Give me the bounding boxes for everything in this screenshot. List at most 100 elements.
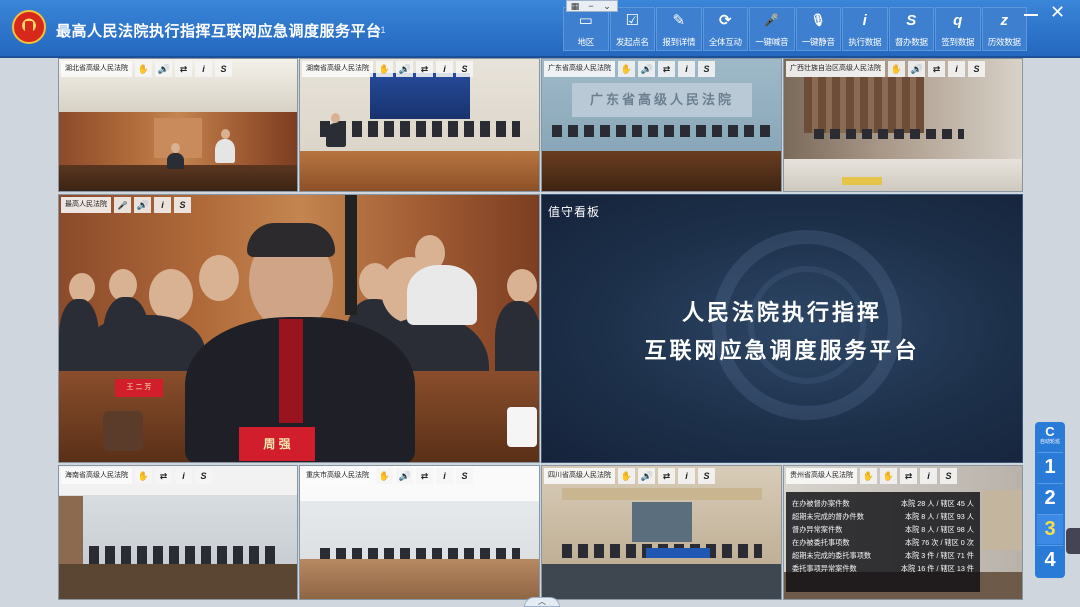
toolbar-label: 全体互动 xyxy=(708,37,742,47)
info-icon[interactable]: i xyxy=(154,197,171,213)
toolbar-call-all-button[interactable]: 🎤 一键喊音 xyxy=(749,7,795,51)
toolbar-mute-all-button[interactable]: 🎙 一键静音 xyxy=(795,7,841,51)
video-feed: 广东省高级人民法院 xyxy=(542,59,781,191)
sign-icon[interactable]: S xyxy=(940,468,957,484)
speaker-icon[interactable]: 🔊 xyxy=(134,197,151,213)
swap-icon[interactable]: ⇄ xyxy=(155,468,172,484)
hand-icon[interactable]: ✋ xyxy=(376,61,393,77)
chevron-down-icon[interactable]: ⌄ xyxy=(599,1,615,11)
minus-icon[interactable]: − xyxy=(583,1,599,11)
video-tile-hubei[interactable]: 湖北省高级人民法院 ✋ 🔊 ⇄ i S xyxy=(58,58,298,192)
info-icon[interactable]: i xyxy=(678,61,695,77)
sign-icon[interactable]: S xyxy=(456,468,473,484)
stat-value: 本院 76 次 / 辖区 0 次 xyxy=(904,538,974,547)
raise-hand-icon[interactable]: ✋ xyxy=(880,468,897,484)
info-icon[interactable]: i xyxy=(920,468,937,484)
video-tile-sichuan[interactable]: 四川省高级人民法院 ✋ 🔊 ⇄ i S xyxy=(541,465,782,600)
toolbar-execution-data-button[interactable]: i 执行数据 xyxy=(842,7,888,51)
tile-court-name: 湖南省高级人民法院 xyxy=(302,61,373,77)
hand-icon[interactable]: ✋ xyxy=(888,61,905,77)
swap-icon[interactable]: ⇄ xyxy=(928,61,945,77)
toolbar-rollcall-button[interactable]: ☑ 发起点名 xyxy=(609,7,655,51)
video-tile-hunan[interactable]: 湖南省高级人民法院 ✋ 🔊 ⇄ i S xyxy=(299,58,540,192)
info-icon[interactable]: i xyxy=(436,61,453,77)
left-nameplate: 王 二 芳 xyxy=(115,379,163,397)
supervise-icon: S xyxy=(906,11,917,29)
swap-icon[interactable]: ⇄ xyxy=(416,468,433,484)
stat-label: 在办被委托事项数 xyxy=(792,538,850,547)
stat-label: 超期未完成的督办件数 xyxy=(792,512,864,521)
toolbar-history-data-button[interactable]: z 历效数据 xyxy=(981,7,1027,51)
page-button-3[interactable]: 3 xyxy=(1037,514,1063,544)
sign-icon[interactable]: S xyxy=(968,61,985,77)
sign-icon[interactable]: S xyxy=(698,61,715,77)
auto-rotate-button[interactable]: C 自动轮巡 xyxy=(1037,425,1063,451)
video-tile-guangxi[interactable]: 广西壮族自治区高级人民法院 ✋ 🔊 ⇄ i S xyxy=(783,58,1023,192)
hand-icon[interactable]: ✋ xyxy=(618,468,635,484)
video-feed: 周 强 王 二 芳 xyxy=(59,195,539,462)
sign-icon[interactable]: S xyxy=(456,61,473,77)
hand-icon[interactable]: ✋ xyxy=(376,468,393,484)
toolbar-all-interact-button[interactable]: ⟳ 全体互动 xyxy=(702,7,748,51)
info-icon[interactable]: i xyxy=(175,468,192,484)
swap-icon[interactable]: ⇄ xyxy=(175,61,192,77)
swap-icon[interactable]: ⇄ xyxy=(416,61,433,77)
side-panel-handle[interactable] xyxy=(1066,528,1080,554)
video-tile-chongqing[interactable]: 重庆市高级人民法院 ✋ 🔊 ⇄ i S xyxy=(299,465,540,600)
toolbar-region-button[interactable]: ▭ 地区 xyxy=(563,7,609,51)
duty-board-heading: 值守看板 xyxy=(548,205,601,219)
minimize-button[interactable] xyxy=(1024,14,1038,16)
toolbar-label: 历效数据 xyxy=(987,37,1021,47)
info-icon[interactable]: i xyxy=(195,61,212,77)
stat-value: 本院 8 人 / 辖区 98 人 xyxy=(904,525,974,534)
auto-rotate-label: 自动轮巡 xyxy=(1039,439,1060,445)
hand-icon[interactable]: ✋ xyxy=(860,468,877,484)
grid-icon[interactable]: ▦ xyxy=(567,1,583,11)
bottom-drawer-handle[interactable]: ︿ xyxy=(524,597,560,607)
info-icon[interactable]: i xyxy=(678,468,695,484)
tile-court-name: 重庆市高级人民法院 xyxy=(302,468,373,484)
sign-icon[interactable]: S xyxy=(195,468,212,484)
swap-icon[interactable]: ⇄ xyxy=(900,468,917,484)
sign-icon[interactable]: S xyxy=(174,197,191,213)
sign-icon[interactable]: S xyxy=(698,468,715,484)
sign-icon[interactable]: S xyxy=(215,61,232,77)
page-button-1[interactable]: 1 xyxy=(1037,452,1063,482)
tile-controls: 海南省高级人民法院 ✋ ⇄ i S xyxy=(61,468,212,484)
tile-controls: 广西壮族自治区高级人民法院 ✋ 🔊 ⇄ i S xyxy=(786,61,985,77)
info-icon[interactable]: i xyxy=(948,61,965,77)
court-banner: 广东省高级人民法院 xyxy=(572,83,752,117)
speaker-icon[interactable]: 🔊 xyxy=(638,61,655,77)
app-title: 最高人民法院执行指挥互联网应急调度服务平台 xyxy=(56,23,382,40)
toolbar-label: 报到详情 xyxy=(662,37,696,47)
video-tile-guangdong[interactable]: 广东省高级人民法院 广东省高级人民法院 ✋ 🔊 ⇄ i S xyxy=(541,58,782,192)
video-tile-hainan[interactable]: 海南省高级人民法院 ✋ ⇄ i S xyxy=(58,465,298,600)
toolbar-report-details-button[interactable]: ✎ 报到详情 xyxy=(656,7,702,51)
close-button[interactable]: ✕ xyxy=(1050,3,1065,21)
hand-icon[interactable]: ✋ xyxy=(618,61,635,77)
speaker-icon[interactable]: 🔊 xyxy=(155,61,172,77)
page-button-4[interactable]: 4 xyxy=(1037,545,1063,575)
swap-icon[interactable]: ⇄ xyxy=(658,468,675,484)
hand-icon[interactable]: ✋ xyxy=(135,468,152,484)
tile-court-name: 湖北省高级人民法院 xyxy=(61,61,132,77)
speaker-icon[interactable]: 🔊 xyxy=(638,468,655,484)
auto-rotate-icon: C xyxy=(1045,424,1055,439)
mic-icon[interactable]: 🎤 xyxy=(114,197,131,213)
speaker-icon[interactable]: 🔊 xyxy=(908,61,925,77)
toolbar-signin-data-button[interactable]: q 签到数据 xyxy=(935,7,981,51)
video-tile-main-supreme-court[interactable]: 周 强 王 二 芳 最高人民法院 🎤 🔊 i S xyxy=(58,194,540,463)
stat-value: 本院 3 件 / 辖区 71 件 xyxy=(904,551,974,560)
stat-label: 督办异常案件数 xyxy=(792,525,843,534)
toolbar-supervise-data-button[interactable]: S 督办数据 xyxy=(888,7,934,51)
toolbar-label: 一键静音 xyxy=(801,37,835,47)
window-control-strip[interactable]: ▦ − ⌄ xyxy=(566,0,618,12)
speaker-icon[interactable]: 🔊 xyxy=(396,61,413,77)
hand-icon[interactable]: ✋ xyxy=(135,61,152,77)
speaker-icon[interactable]: 🔊 xyxy=(396,468,413,484)
info-icon[interactable]: i xyxy=(436,468,453,484)
swap-icon[interactable]: ⇄ xyxy=(658,61,675,77)
page-button-2[interactable]: 2 xyxy=(1037,483,1063,513)
history-icon: z xyxy=(1000,11,1009,29)
tile-controls: 重庆市高级人民法院 ✋ 🔊 ⇄ i S xyxy=(302,468,473,484)
